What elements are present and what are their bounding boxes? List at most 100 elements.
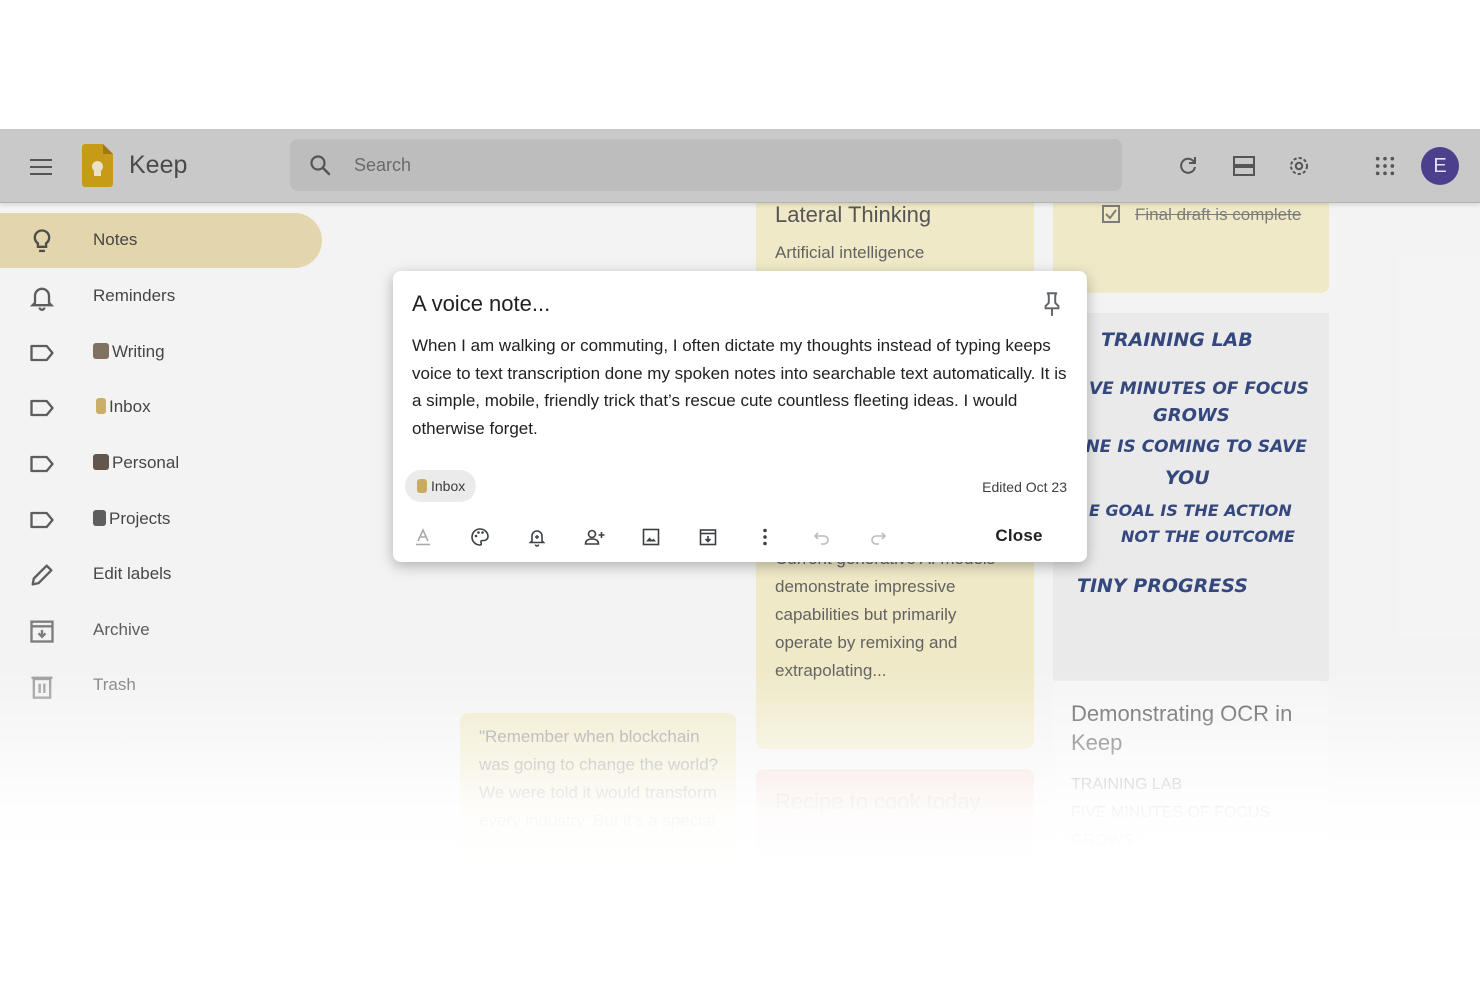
note-image[interactable]: TRAINING LAB VE MINUTES OF FOCUS GROWS O… xyxy=(1053,313,1329,681)
sidebar-item-projects[interactable]: Projects xyxy=(0,492,322,547)
lightbulb-icon xyxy=(33,229,51,253)
note-text: GROWS xyxy=(1071,832,1134,849)
label-icon xyxy=(30,399,54,417)
apps-button[interactable] xyxy=(1365,146,1405,186)
image-text: VE MINUTES OF FOCUS xyxy=(1089,379,1309,399)
redo-button[interactable] xyxy=(862,521,894,553)
note-body[interactable]: When I am walking or commuting, I often … xyxy=(412,332,1072,443)
sidebar-item-label: Trash xyxy=(93,675,136,694)
edited-timestamp: Edited Oct 23 xyxy=(982,479,1067,495)
image-text: TINY PROGRESS xyxy=(1077,575,1248,597)
image-text: TRAINING LAB xyxy=(1101,329,1253,351)
pin-icon[interactable] xyxy=(1039,290,1065,318)
note-title: Recipe to cook today xyxy=(775,789,981,814)
undo-icon xyxy=(813,532,829,545)
sidebar-item-archive[interactable]: Archive xyxy=(0,603,322,658)
sidebar-item-label: Projects xyxy=(93,509,170,529)
search-icon[interactable] xyxy=(308,153,332,177)
sidebar-item-reminders[interactable]: Reminders xyxy=(0,269,322,324)
text-format-icon xyxy=(416,528,430,546)
note-card-recipe[interactable]: Recipe to cook today xyxy=(756,769,1034,859)
search-input[interactable] xyxy=(354,151,1054,179)
sidebar-item-writing[interactable]: Writing xyxy=(0,325,322,380)
notebook-emoji-icon xyxy=(93,510,106,526)
note-text: "Remember when blockchain was going to c… xyxy=(479,727,719,830)
settings-button[interactable] xyxy=(1279,146,1319,186)
note-text: demonstrate impressive capabilities but … xyxy=(775,577,958,680)
note-title[interactable]: A voice note... xyxy=(412,291,550,317)
note-toolbar: Close xyxy=(393,518,1087,554)
sidebar-item-personal[interactable]: Personal xyxy=(0,436,322,491)
owl-emoji-icon xyxy=(93,454,109,470)
lightbulb-emoji-icon xyxy=(417,479,427,493)
note-text: FIVE MINUTES OF FOCUS xyxy=(1071,804,1271,821)
refresh-button[interactable] xyxy=(1168,146,1208,186)
image-text: NOT THE OUTCOME xyxy=(1121,527,1295,546)
logo-fold xyxy=(103,144,113,154)
collaborator-button[interactable] xyxy=(578,521,610,553)
sidebar-item-inbox[interactable]: Inbox xyxy=(0,380,322,435)
sidebar-item-label: Archive xyxy=(93,620,150,639)
undo-button[interactable] xyxy=(806,521,838,553)
trash-icon xyxy=(31,676,53,699)
keep-logo-icon[interactable] xyxy=(82,144,113,187)
note-editor-dialog: A voice note... When I am walking or com… xyxy=(393,271,1087,562)
remind-me-button[interactable] xyxy=(521,521,553,553)
note-title: Lateral Thinking xyxy=(775,202,932,227)
close-button[interactable]: Close xyxy=(980,518,1058,554)
archive-button[interactable] xyxy=(692,521,724,553)
bell-icon xyxy=(29,287,55,311)
image-text: E GOAL IS THE ACTION xyxy=(1089,501,1292,520)
add-reminder-icon xyxy=(528,530,546,547)
sidebar-item-label: Reminders xyxy=(93,286,176,305)
label-icon xyxy=(30,455,54,473)
add-image-button[interactable] xyxy=(635,521,667,553)
top-bar: Keep Search E xyxy=(0,129,1480,203)
note-card-blockchain[interactable]: "Remember when blockchain was going to c… xyxy=(460,713,736,859)
open-source-licenses-link[interactable]: Open-source licenses xyxy=(33,822,149,836)
sidebar-item-text: Projects xyxy=(109,509,171,528)
screenshot-stage: Keep Search E Notes Reminders Writing In… xyxy=(0,0,1480,987)
menu-icon xyxy=(30,159,52,161)
label-chip-text: Inbox xyxy=(431,478,466,494)
image-text: GROWS xyxy=(1153,405,1230,426)
note-title: Demonstrating OCR in Keep xyxy=(1071,701,1293,755)
main-menu-button[interactable] xyxy=(20,146,62,188)
image-icon xyxy=(642,528,660,546)
more-options-button[interactable] xyxy=(749,521,781,553)
sidebar-item-text: Writing xyxy=(112,342,165,361)
label-icon xyxy=(30,344,54,362)
text-format-button[interactable] xyxy=(407,521,439,553)
account-avatar[interactable]: E xyxy=(1421,147,1459,185)
list-view-button[interactable] xyxy=(1224,146,1264,186)
sidebar-item-text: Personal xyxy=(112,453,180,472)
sidebar-item-edit-labels[interactable]: Edit labels xyxy=(0,547,322,602)
pencil-icon xyxy=(31,564,53,586)
sidebar-item-notes[interactable]: Notes xyxy=(0,213,322,268)
sidebar-item-text: Inbox xyxy=(109,397,151,416)
sidebar: Notes Reminders Writing Inbox Personal P… xyxy=(0,203,330,859)
image-text: YOU xyxy=(1165,467,1210,489)
note-card-checklist[interactable]: Final draft is complete xyxy=(1053,189,1329,293)
sidebar-item-label: Inbox xyxy=(93,397,151,417)
pen-emoji-icon xyxy=(93,343,109,359)
menu-icon-bar xyxy=(30,173,52,175)
refresh-icon xyxy=(1180,157,1196,174)
sidebar-item-label: Personal xyxy=(93,453,179,473)
logo-bulb-base xyxy=(94,171,101,176)
note-subtitle: Artificial intelligence xyxy=(775,243,925,262)
sidebar-item-label: Edit labels xyxy=(93,564,172,583)
app-name[interactable]: Keep xyxy=(129,151,187,180)
search-bar[interactable] xyxy=(290,139,1122,191)
archive-icon xyxy=(699,529,717,546)
note-card-ocr[interactable]: Demonstrating OCR in Keep TRAINING LAB F… xyxy=(1053,681,1329,859)
sidebar-item-trash[interactable]: Trash xyxy=(0,658,322,713)
sidebar-item-label: Writing xyxy=(93,342,165,362)
background-options-button[interactable] xyxy=(464,521,496,553)
menu-icon-bar xyxy=(30,166,52,168)
checklist-item: Final draft is complete xyxy=(1135,205,1302,224)
checkbox-checked-icon[interactable] xyxy=(1102,205,1120,223)
label-chip-inbox[interactable]: Inbox xyxy=(405,470,477,502)
lightbulb-emoji-icon xyxy=(96,398,106,414)
apps-grid-icon xyxy=(1375,156,1395,176)
